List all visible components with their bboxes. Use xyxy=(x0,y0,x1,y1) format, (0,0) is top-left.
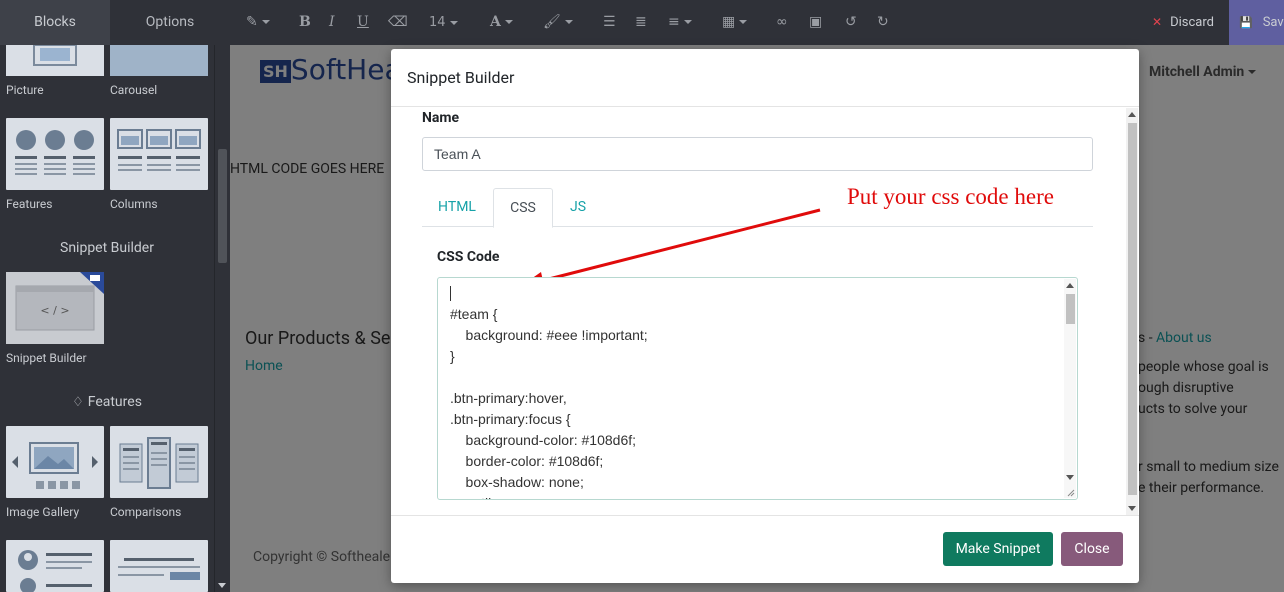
magic-wand-icon[interactable]: ✎ xyxy=(246,0,270,45)
tab-blocks[interactable]: Blocks xyxy=(0,0,110,45)
font-size-dropdown[interactable]: 14 xyxy=(429,0,458,45)
scroll-up-icon[interactable] xyxy=(1128,112,1136,117)
editor-toolbar: ✎ B I U ⌫ 14 A 🖌 ☰ ≣ ≡ ▦ ∞ ▣ ↺ ↻ xyxy=(230,0,1284,45)
bold-icon[interactable]: B xyxy=(299,0,311,45)
close-button[interactable]: Close xyxy=(1061,532,1123,566)
modal-scrollbar[interactable] xyxy=(1126,108,1138,515)
css-code-content[interactable]: #team { background: #eee !important; } .… xyxy=(450,283,648,499)
annotation-text: Put your css code here xyxy=(847,184,1054,209)
modal-body: Name HTML CSS JS Put your css code here … xyxy=(391,108,1139,515)
tab-options[interactable]: Options xyxy=(110,0,230,45)
sidebar-item-label: Snippet Builder xyxy=(6,351,87,365)
bullet-list-icon[interactable]: ☰ xyxy=(603,0,616,45)
css-code-label: CSS Code xyxy=(437,249,500,265)
snippet-sidebar: Blocks Options Picture Carousel Features… xyxy=(0,0,230,592)
tab-js[interactable]: JS xyxy=(557,188,599,227)
snippet-thumb-snippet-builder[interactable]: < / > xyxy=(6,272,104,344)
snippet-thumb-image-gallery[interactable] xyxy=(6,426,104,498)
code-scrollbar-thumb[interactable] xyxy=(1066,294,1075,324)
underline-icon[interactable]: U xyxy=(357,0,369,45)
snippet-builder-modal: Snippet Builder Name HTML CSS JS Put you… xyxy=(391,49,1139,583)
sidebar-item-label: Image Gallery xyxy=(6,505,80,519)
scroll-down-icon[interactable] xyxy=(218,583,226,588)
numbered-list-icon[interactable]: ≣ xyxy=(635,0,647,45)
undo-icon[interactable]: ↺ xyxy=(845,0,857,45)
make-snippet-button[interactable]: Make Snippet xyxy=(943,532,1053,566)
save-icon: 💾 xyxy=(1239,16,1253,29)
section-heading-snippet-builder: Snippet Builder xyxy=(60,240,154,256)
close-icon: ✕ xyxy=(1152,15,1163,29)
text-cursor xyxy=(450,286,451,301)
snippet-thumb-features[interactable] xyxy=(6,118,104,190)
resize-grip-icon[interactable] xyxy=(1067,489,1075,497)
snippet-thumb-comparisons[interactable] xyxy=(110,426,208,498)
eraser-icon[interactable]: ⌫ xyxy=(388,0,408,45)
name-label: Name xyxy=(422,110,460,126)
code-scrollbar[interactable] xyxy=(1064,279,1076,498)
snippet-thumb-picture[interactable] xyxy=(6,45,104,76)
snippet-thumb-team[interactable] xyxy=(6,540,104,592)
sidebar-scrollbar-thumb[interactable] xyxy=(218,149,227,263)
sidebar-item-label: Picture xyxy=(6,83,44,97)
snippet-thumb-carousel[interactable] xyxy=(110,45,208,76)
modal-scrollbar-thumb[interactable] xyxy=(1128,123,1137,495)
snippet-thumb-text-block[interactable] xyxy=(110,540,208,592)
paintbrush-icon[interactable]: 🖌 xyxy=(543,0,573,45)
sidebar-item-label: Columns xyxy=(110,197,158,211)
redo-icon[interactable]: ↻ xyxy=(877,0,889,45)
italic-icon[interactable]: I xyxy=(329,0,335,45)
name-input[interactable] xyxy=(422,137,1093,171)
save-button[interactable]: 💾Save xyxy=(1229,0,1284,45)
css-code-editor[interactable]: #team { background: #eee !important; } .… xyxy=(437,277,1078,500)
diamond-icon: ♢ xyxy=(72,395,84,410)
section-heading-features: ♢ Features xyxy=(72,394,142,410)
table-icon[interactable]: ▦ xyxy=(722,0,748,45)
snippet-thumb-columns[interactable] xyxy=(110,118,208,190)
link-icon[interactable]: ∞ xyxy=(776,0,788,45)
text-color-icon[interactable]: A xyxy=(490,0,513,45)
font-size-value: 14 xyxy=(429,15,446,30)
scroll-up-icon[interactable] xyxy=(1066,283,1074,288)
image-icon[interactable]: ▣ xyxy=(809,0,822,45)
modal-header: Snippet Builder xyxy=(391,49,1139,107)
svg-text:< / >: < / > xyxy=(40,304,69,317)
tab-html[interactable]: HTML xyxy=(422,188,492,227)
sidebar-item-label: Features xyxy=(6,197,53,211)
sidebar-scrollbar[interactable] xyxy=(214,45,230,592)
modal-title: Snippet Builder xyxy=(407,68,515,87)
sidebar-item-label: Comparisons xyxy=(110,505,182,519)
discard-button[interactable]: ✕ Discard xyxy=(1142,0,1229,45)
sidebar-item-label: Carousel xyxy=(110,83,158,97)
scroll-down-icon[interactable] xyxy=(1066,475,1074,480)
tab-css[interactable]: CSS xyxy=(493,188,553,228)
modal-footer: Make Snippet Close xyxy=(391,515,1139,583)
align-icon[interactable]: ≡ xyxy=(668,0,692,45)
scroll-down-icon[interactable] xyxy=(1128,506,1136,511)
